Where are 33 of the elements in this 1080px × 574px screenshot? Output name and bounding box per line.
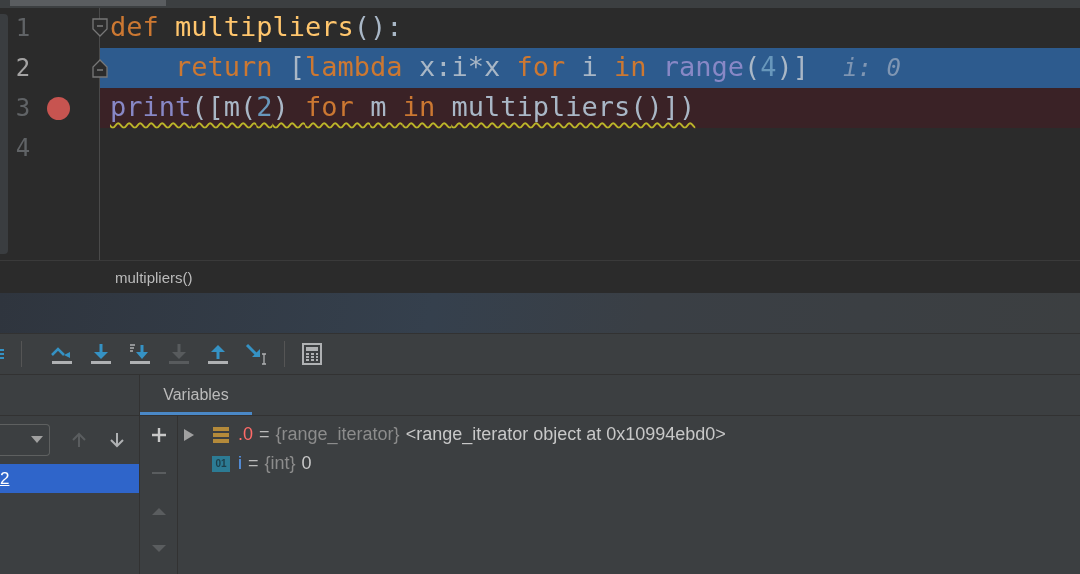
scrollbar-thumb[interactable]: [10, 0, 166, 6]
step-into-my-code-icon[interactable]: [128, 342, 152, 366]
step-out-icon[interactable]: [206, 342, 230, 366]
inline-value: i: 0: [843, 54, 901, 82]
equals-sign: =: [259, 424, 270, 445]
dropdown-caret-icon: [31, 436, 43, 444]
variable-name: .0: [238, 424, 253, 445]
calculator-icon[interactable]: [300, 342, 324, 366]
code-line: def multipliers():: [110, 10, 403, 44]
line-number: 3: [14, 94, 32, 122]
line-number: 2: [14, 54, 32, 82]
equals-sign: =: [248, 453, 259, 474]
variables-tab[interactable]: Variables: [140, 375, 252, 415]
frame-item[interactable]: 2: [0, 464, 139, 493]
frame-dropdown[interactable]: [0, 424, 50, 456]
code-line: return [lambda x:i*x for i in range(4)]: [174, 50, 810, 84]
variable-type: {range_iterator}: [275, 424, 400, 445]
arrow-down-icon[interactable]: [108, 431, 126, 449]
line-number: 4: [14, 134, 32, 162]
variable-type: {int}: [264, 453, 296, 474]
add-icon[interactable]: [149, 426, 168, 444]
breadcrumb[interactable]: multipliers(): [115, 268, 193, 286]
step-into-icon[interactable]: [89, 342, 113, 366]
stack-icon: [212, 425, 230, 444]
run-to-cursor-icon[interactable]: [245, 342, 269, 366]
line-number: 1: [14, 14, 32, 42]
breakpoint-icon[interactable]: [46, 96, 70, 120]
variable-value: <range_iterator object at 0x10994ebd0>: [405, 424, 726, 445]
int-type-badge: 01: [212, 455, 230, 472]
code-line: print([m(2) for m in multipliers()]): [110, 90, 696, 124]
expand-arrow-icon[interactable]: [183, 427, 195, 442]
variable-name: i: [238, 453, 242, 474]
variable-value: 0: [301, 453, 312, 474]
